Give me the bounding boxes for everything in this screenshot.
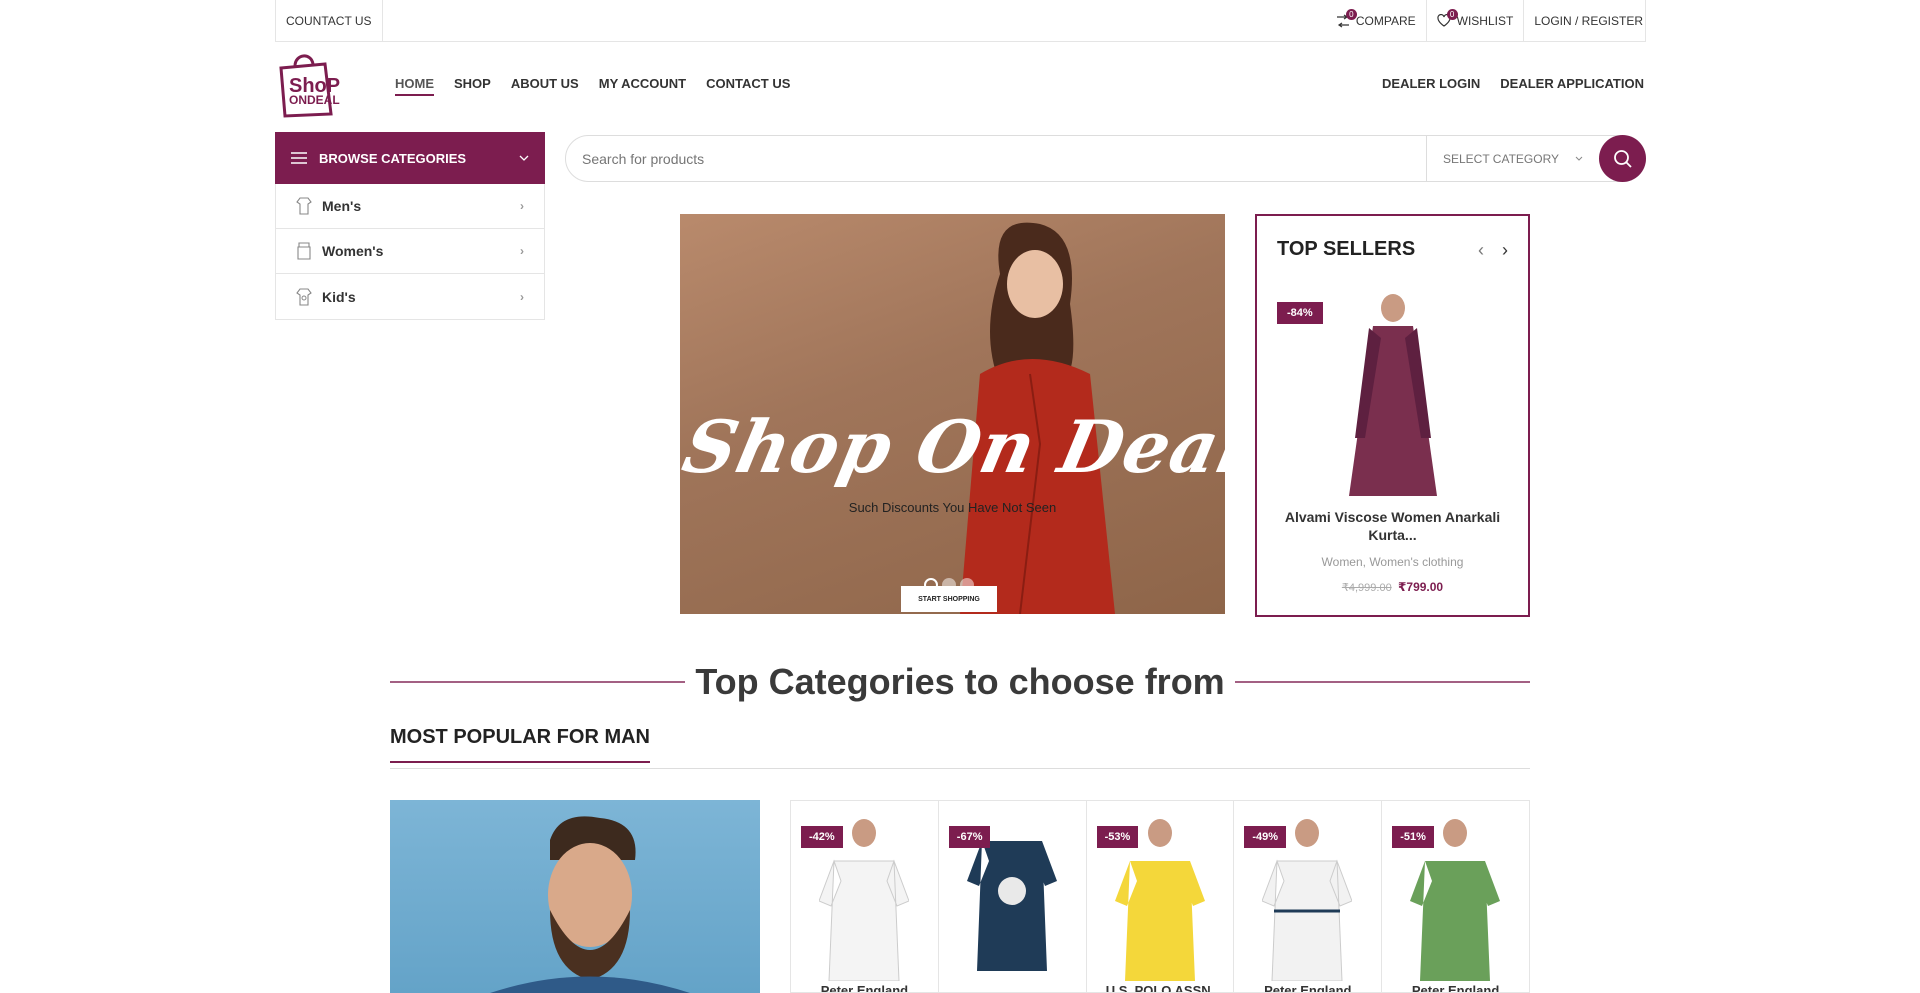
hero-tagline: Such Discounts You Have Not Seen	[848, 500, 1057, 515]
wishlist-count-badge: 0	[1446, 9, 1458, 20]
dress-icon	[297, 242, 311, 260]
chevron-left-icon[interactable]: ‹	[1478, 240, 1484, 261]
contact-link[interactable]: COUNTACT US	[276, 0, 383, 41]
search-icon	[1613, 149, 1632, 168]
divider	[390, 681, 686, 683]
shopping-bag-logo-icon: ShoP ONDEAL	[279, 54, 340, 118]
top-categories-heading: Top Categories to choose from	[390, 660, 1531, 704]
men-banner-image[interactable]	[390, 800, 760, 993]
chevron-right-icon: ›	[520, 199, 524, 213]
divider	[1234, 681, 1531, 683]
discount-badge: -67%	[948, 826, 991, 848]
dealer-application-link[interactable]: DEALER APPLICATION	[1500, 76, 1644, 91]
hero-slider[interactable]: Shop On Deal Such Discounts You Have Not…	[680, 214, 1225, 614]
nav-home[interactable]: HOME	[395, 76, 434, 96]
nav-my-account[interactable]: MY ACCOUNT	[599, 76, 686, 91]
product-card[interactable]: -51% Peter England	[1382, 801, 1529, 992]
discount-badge: -84%	[1277, 302, 1323, 324]
nav-about-us[interactable]: ABOUT US	[511, 76, 579, 91]
category-list: Men's › Women's › Kid's ›	[275, 184, 545, 320]
product-card[interactable]: -67%	[939, 801, 1087, 992]
wishlist-link[interactable]: 0 WISHLIST	[1427, 0, 1525, 41]
category-select[interactable]: SELECT CATEGORY	[1426, 136, 1599, 181]
login-register-link[interactable]: LOGIN / REGISTER	[1524, 0, 1645, 41]
discount-badge: -42%	[801, 826, 843, 848]
bearded-man-image	[490, 816, 690, 993]
product-card[interactable]: -42% Peter England	[791, 801, 939, 992]
top-sellers-title: TOP SELLERS	[1277, 238, 1416, 260]
top-bar-actions: 0 COMPARE 0 WISHLIST LOGIN / REGISTER	[1326, 0, 1645, 41]
product-name[interactable]: U.S. POLO ASSN.	[1087, 983, 1234, 992]
search-input[interactable]	[566, 136, 1426, 181]
category-item-mens[interactable]: Men's ›	[276, 184, 544, 229]
shirt-icon	[296, 197, 312, 215]
chevron-right-icon: ›	[520, 289, 524, 304]
product-name[interactable]: Peter England	[1234, 983, 1381, 992]
category-label: Kid's	[322, 288, 356, 305]
top-sellers-nav: ‹ ›	[1478, 240, 1508, 261]
wishlist-label: WISHLIST	[1456, 13, 1514, 28]
category-select-label: SELECT CATEGORY	[1443, 151, 1560, 166]
product-card[interactable]: -49% Peter England	[1234, 801, 1383, 992]
old-price: ₹4,999.00	[1341, 582, 1392, 594]
site-header: ShoP ONDEAL HOME SHOP ABOUT US MY ACCOUN…	[275, 52, 1646, 120]
nav-contact-us[interactable]: CONTACT US	[706, 76, 790, 91]
category-label: Men's	[322, 198, 362, 214]
site-logo[interactable]: ShoP ONDEAL	[275, 52, 355, 118]
discount-badge: -53%	[1096, 826, 1139, 848]
chevron-down-icon	[519, 155, 529, 161]
start-shopping-button[interactable]: START SHOPPING	[901, 586, 997, 612]
product-categories[interactable]: Women, Women's clothing	[1257, 555, 1528, 569]
browse-categories-button[interactable]: BROWSE CATEGORIES	[275, 132, 545, 184]
product-name[interactable]: Peter England	[1382, 983, 1529, 992]
search-button[interactable]	[1599, 135, 1646, 182]
section-subtitle: MOST POPULAR FOR MAN	[390, 726, 650, 763]
dealer-login-link[interactable]: DEALER LOGIN	[1382, 76, 1480, 91]
chevron-right-icon[interactable]: ›	[1502, 240, 1508, 261]
product-grid: -42% Peter England -67% -53% U.S. POLO A…	[790, 800, 1530, 993]
top-sellers-widget: TOP SELLERS ‹ › -84% Alvami Viscose Wome…	[1255, 214, 1530, 617]
discount-badge: -51%	[1392, 826, 1434, 848]
product-card[interactable]: -53% U.S. POLO ASSN.	[1087, 801, 1235, 992]
chevron-right-icon: ›	[520, 244, 524, 258]
login-register-label: LOGIN / REGISTER	[1534, 13, 1643, 28]
compare-label: COMPARE	[1355, 13, 1416, 28]
kids-shirt-icon	[296, 287, 312, 306]
hero-script-title: Shop On Deal	[680, 404, 1225, 489]
product-price: ₹4,999.00 ₹799.00	[1257, 580, 1528, 594]
popular-men-heading: MOST POPULAR FOR MAN	[390, 726, 1530, 769]
logo-text-ondeal: ONDEAL	[289, 93, 340, 107]
browse-categories-label: BROWSE CATEGORIES	[319, 150, 467, 166]
contact-link-label: COUNTACT US	[286, 13, 372, 28]
dealer-nav: DEALER LOGIN DEALER APPLICATION	[1382, 76, 1644, 91]
search-bar: SELECT CATEGORY	[565, 135, 1646, 182]
section-title: Top Categories to choose from	[695, 661, 1225, 702]
compare-link[interactable]: 0 COMPARE	[1326, 0, 1427, 41]
main-nav: HOME SHOP ABOUT US MY ACCOUNT CONTACT US	[395, 76, 790, 96]
nav-shop[interactable]: SHOP	[454, 76, 491, 91]
compare-count-badge: 0	[1345, 9, 1357, 20]
category-item-womens[interactable]: Women's ›	[276, 229, 544, 274]
top-bar: COUNTACT US 0 COMPARE 0 WISHLIST LOGIN /…	[275, 0, 1646, 42]
chevron-down-icon	[1575, 156, 1583, 161]
product-name[interactable]: Peter England	[791, 983, 938, 992]
sale-price: ₹799.00	[1398, 580, 1444, 594]
discount-badge: -49%	[1244, 826, 1287, 848]
product-image[interactable]	[1325, 288, 1461, 500]
category-item-kids[interactable]: Kid's ›	[276, 274, 544, 319]
product-name[interactable]: Alvami Viscose Women Anarkali Kurta...	[1267, 508, 1518, 544]
category-label: Women's	[322, 243, 384, 259]
hamburger-icon	[291, 152, 307, 164]
